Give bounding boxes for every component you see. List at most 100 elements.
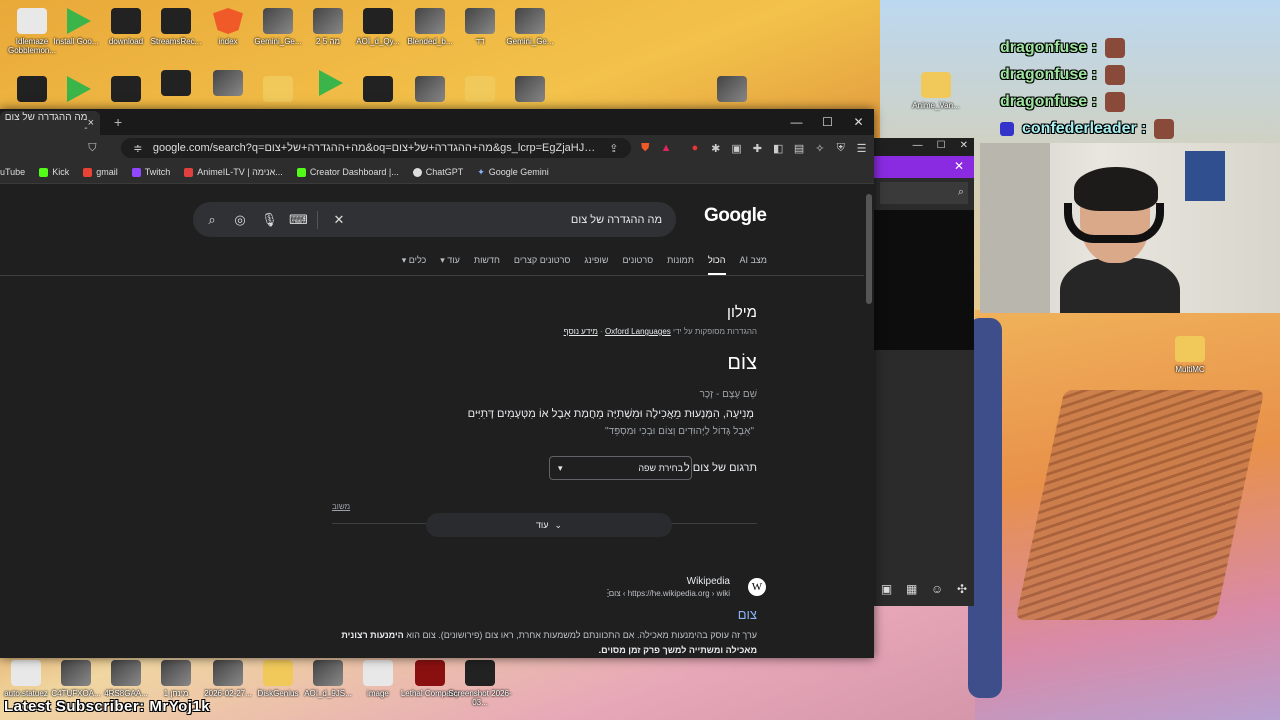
maximize-button[interactable]: ☐ bbox=[812, 109, 843, 135]
background-window[interactable]: — ☐ ✕ ✕ ⌕ ▣ ▦ ☺ ✣ bbox=[874, 138, 974, 606]
tab-more[interactable]: עוד ▾ bbox=[440, 255, 460, 275]
image-icon bbox=[515, 8, 545, 34]
search-tabs: מצב AI הכול תמונות סרטונים שופינג סרטוני… bbox=[385, 255, 767, 275]
menu-icon[interactable]: ☰ bbox=[855, 141, 868, 155]
bookmark-kick[interactable]: Kick bbox=[39, 167, 69, 177]
desktop-icon[interactable] bbox=[700, 76, 764, 105]
file-icon bbox=[17, 8, 47, 34]
result-url[interactable]: https://he.wikipedia.org › wiki › צום bbox=[609, 589, 730, 598]
search-input[interactable]: מה ההגדרה של צום bbox=[360, 214, 664, 226]
brave-shields-icon[interactable]: ⛊ bbox=[639, 141, 652, 155]
bookmark-gemini[interactable]: ✦ Google Gemini bbox=[477, 167, 549, 178]
background-window-titlebar[interactable]: — ☐ ✕ bbox=[874, 138, 974, 156]
minimize-button[interactable]: — bbox=[781, 109, 812, 135]
tab-shopping[interactable]: שופינג bbox=[584, 255, 608, 275]
lethal-company-icon bbox=[415, 660, 445, 686]
language-select[interactable]: בחירת שפה ▾ bbox=[549, 456, 692, 480]
bookmark-youtube[interactable]: uTube bbox=[0, 167, 25, 177]
brave-rewards-icon[interactable]: ▲ bbox=[660, 141, 673, 155]
bookmark-animeil[interactable]: AnimeIL-TV | אנימה... bbox=[184, 167, 283, 177]
close-window-button[interactable]: ✕ bbox=[843, 109, 874, 135]
feedback-link[interactable]: משוב bbox=[332, 502, 350, 511]
maximize-icon[interactable]: ☐ bbox=[937, 140, 946, 154]
result-site-name[interactable]: Wikipedia bbox=[687, 576, 730, 587]
scrollbar-thumb[interactable] bbox=[866, 194, 872, 304]
screenshot-icon[interactable]: ▣ bbox=[730, 141, 743, 155]
tab-tools[interactable]: כלים ▾ bbox=[402, 255, 427, 275]
site-info-icon[interactable]: ≑ bbox=[131, 141, 145, 155]
bookmark-chatgpt[interactable]: ChatGPT bbox=[412, 167, 463, 177]
more-options-icon[interactable]: ⋮ bbox=[603, 588, 613, 599]
apps-icon[interactable]: ✣ bbox=[957, 582, 967, 596]
window-controls: — ☐ ✕ bbox=[781, 109, 874, 135]
leo-ai-icon[interactable]: ✧ bbox=[813, 141, 826, 155]
scrollbar[interactable] bbox=[864, 184, 874, 658]
folder-icon bbox=[263, 76, 293, 102]
chat-message: dragonfuse : bbox=[1000, 61, 1174, 88]
minimize-icon[interactable]: — bbox=[913, 140, 923, 154]
oxford-languages-link[interactable]: Oxford Languages bbox=[605, 327, 671, 336]
app-icon bbox=[319, 70, 343, 96]
desktop-icon[interactable]: MultiMC bbox=[1158, 336, 1222, 374]
record-icon[interactable]: ● bbox=[688, 141, 701, 155]
close-icon[interactable]: ✕ bbox=[960, 140, 968, 154]
tab-all[interactable]: הכול bbox=[707, 255, 726, 275]
lens-icon[interactable]: ◎ bbox=[233, 212, 247, 228]
tab-short-videos[interactable]: סרטונים קצרים bbox=[514, 255, 570, 275]
tool-icon[interactable]: ▣ bbox=[881, 582, 892, 596]
image-icon bbox=[213, 70, 243, 96]
close-tab-icon[interactable]: × bbox=[88, 117, 94, 129]
microphone-icon[interactable]: 🎙 bbox=[261, 212, 278, 228]
search-field[interactable]: ⌕ bbox=[880, 182, 968, 204]
google-logo[interactable]: Google bbox=[704, 205, 767, 227]
bookmark-twitch[interactable]: Twitch bbox=[131, 167, 170, 177]
keyboard-icon[interactable]: ⌨ bbox=[289, 212, 308, 228]
emote-icon bbox=[1104, 64, 1125, 85]
file-icon bbox=[11, 660, 41, 686]
bookmark-creator-dashboard[interactable]: Creator Dashboard |... bbox=[296, 167, 399, 177]
emoji-icon[interactable]: ☺ bbox=[931, 582, 943, 596]
bookmark-icon[interactable]: ⛉ bbox=[86, 141, 99, 155]
vpn-icon[interactable]: ⛨ bbox=[834, 141, 847, 155]
extensions-puzzle-icon[interactable]: ✚ bbox=[751, 141, 764, 155]
more-button[interactable]: עוד ⌄ bbox=[426, 513, 672, 537]
wallet-icon[interactable]: ▤ bbox=[793, 141, 806, 155]
browser-window[interactable]: מה ההגדרה של צום - × + — ☐ ✕ ⛉ ≑ google.… bbox=[0, 109, 874, 658]
bookmark-gmail[interactable]: gmail bbox=[83, 167, 118, 177]
desktop-icon[interactable] bbox=[498, 76, 562, 105]
tab-videos[interactable]: סרטונים bbox=[622, 255, 653, 275]
extension-icon[interactable]: ✱ bbox=[709, 141, 722, 155]
search-box[interactable]: ⌕ ◎ 🎙 ⌨ ✕ מה ההגדרה של צום bbox=[193, 202, 676, 237]
address-bar[interactable]: ≑ google.com/search?q=מה+ההגדרה+של+צום&o… bbox=[120, 138, 631, 158]
new-tab-button[interactable]: + bbox=[114, 114, 122, 130]
clear-icon[interactable]: ✕ bbox=[332, 212, 346, 228]
close-icon[interactable]: ✕ bbox=[954, 159, 964, 173]
image-icon bbox=[465, 8, 495, 34]
sidebar-icon[interactable]: ◧ bbox=[772, 141, 785, 155]
chat-message: dragonfuse : bbox=[1000, 88, 1174, 115]
image-icon bbox=[111, 76, 141, 102]
result-title[interactable]: צום bbox=[738, 607, 757, 622]
search-icon[interactable]: ⌕ bbox=[205, 212, 219, 228]
video-area bbox=[874, 210, 974, 350]
search-icon: ⌕ bbox=[957, 186, 964, 198]
video-icon bbox=[313, 660, 343, 686]
video-icon bbox=[213, 660, 243, 686]
tab-news[interactable]: חדשות bbox=[474, 255, 500, 275]
animeil-icon bbox=[184, 167, 194, 177]
gamepad-icon[interactable]: ▦ bbox=[906, 582, 917, 596]
url-text[interactable]: google.com/search?q=מה+ההגדרה+של+צום&oq=… bbox=[153, 142, 599, 154]
dictionary-title: מילון bbox=[727, 304, 757, 321]
chatgpt-icon bbox=[412, 167, 422, 177]
tab-images[interactable]: תמונות bbox=[667, 255, 694, 275]
active-tab[interactable]: מה ההגדרה של צום - × bbox=[0, 111, 100, 135]
desktop-icon[interactable]: Screenshot 2026-03... bbox=[448, 660, 512, 707]
stream-chat-overlay: dragonfuse : dragonfuse : dragonfuse : c… bbox=[1000, 34, 1175, 142]
tab-ai-mode[interactable]: מצב AI bbox=[740, 255, 768, 275]
desktop-icon[interactable]: Anime_Van... bbox=[904, 72, 968, 110]
share-icon[interactable]: ⇪ bbox=[607, 141, 621, 155]
webcam-overlay bbox=[980, 143, 1280, 313]
desktop-icon[interactable]: Gemini_Ge... bbox=[498, 8, 562, 46]
image-icon bbox=[363, 660, 393, 686]
more-info-link[interactable]: מידע נוסף bbox=[564, 327, 598, 336]
